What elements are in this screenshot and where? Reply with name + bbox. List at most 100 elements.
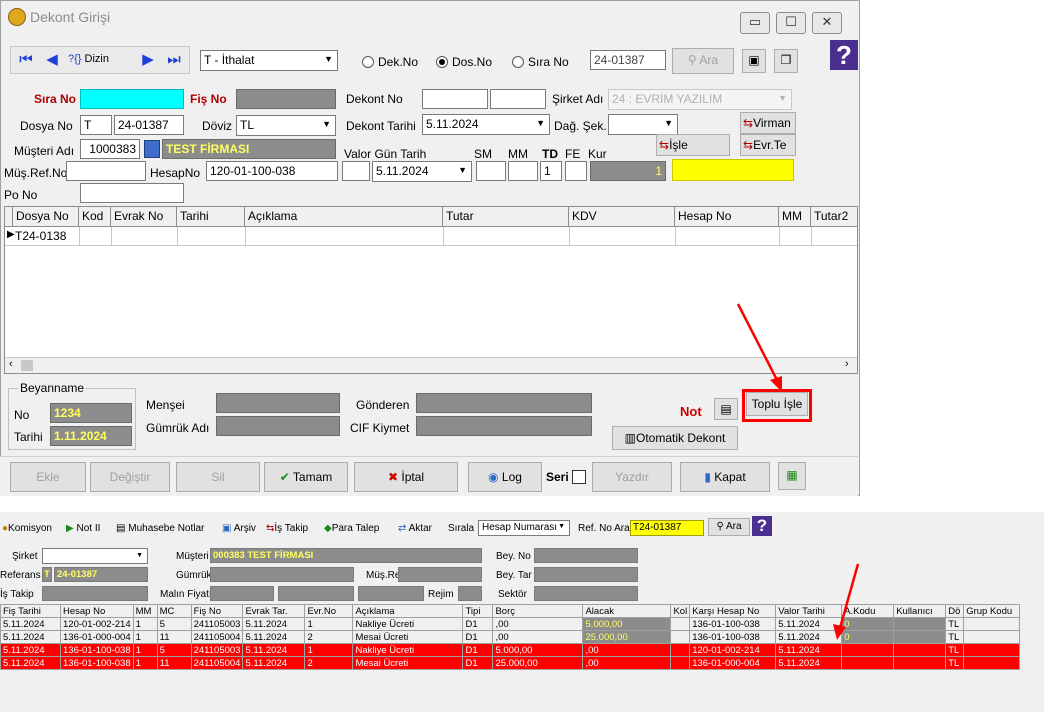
sm-field[interactable] [476,161,506,181]
col-kdv[interactable]: KDV [569,207,675,227]
search-input[interactable]: 24-01387 [590,50,666,70]
dekont-no2-field[interactable] [490,89,546,109]
ekle-button[interactable]: Ekle [10,462,86,492]
col-karsi-hesap[interactable]: Karşı Hesap No [689,604,777,618]
col-tipi[interactable]: Tipi [462,604,494,618]
last-record-icon[interactable]: ⏭ [164,50,184,70]
radio-sira-no[interactable] [512,56,524,68]
musteri-kod-field[interactable]: 1000383 [80,139,140,159]
isle-button[interactable]: ⇆İşle [656,134,730,156]
seri-checkbox[interactable] [572,470,586,484]
dekont-no-field[interactable] [422,89,488,109]
col-dosya-no[interactable]: Dosya No [13,207,79,227]
valor-tarih-select[interactable]: 5.11.2024 ▼ [372,161,472,182]
col-fis-tarihi[interactable]: Fiş Tarihi [0,604,61,618]
col-evr-no[interactable]: Evr.No [304,604,354,618]
virman-button[interactable]: ⇆Virman [740,112,796,134]
maximize-button[interactable]: ☐ [776,12,806,34]
dizin-button[interactable]: ?{} Dizin [68,53,109,65]
first-record-icon[interactable]: ⏮ [16,50,36,70]
col-evrak-no[interactable]: Evrak No [111,207,177,227]
col-mc[interactable]: MC [156,604,192,618]
scroll-right-icon[interactable]: › [845,358,849,370]
doviz-select[interactable]: TL ▼ [236,115,336,136]
radio-dek-no[interactable] [362,56,374,68]
sirala-select[interactable]: Hesap Numarası ▼ [478,520,570,536]
ledger-row[interactable]: 5.11.2024 120-01-002-214 1 5 241105003 5… [0,617,1021,631]
report-icon[interactable]: ▣ [742,49,766,73]
muhasebe-notlar-button[interactable]: ▤ Muhasebe Notlar [116,523,204,534]
col-alacak[interactable]: Alacak [582,604,672,618]
table-row[interactable]: ▶ T24-0138 [5,227,857,246]
prev-record-icon[interactable]: ◀ [42,50,62,70]
minimize-button[interactable]: ▭ [740,12,770,34]
help-icon[interactable]: ? [830,40,858,70]
iptal-button[interactable]: ✖ İptal [354,462,458,492]
col-kullanici[interactable]: Kullanıcı [893,604,947,618]
mus-ref-field[interactable] [66,161,146,181]
arsiv-button[interactable]: ▣ Arşiv [222,523,256,534]
col-hesap-no[interactable]: Hesap No [675,207,779,227]
col-fis-no[interactable]: Fiş No [190,604,244,618]
tamam-button[interactable]: ✔ Tamam [264,462,348,492]
dekont-tarihi-select[interactable]: 5.11.2024 ▼ [422,114,550,135]
is-takip-button[interactable]: ⇆İş Takip [266,523,308,534]
col-aciklama[interactable]: Açıklama [352,604,464,618]
col-doviz[interactable]: Dö [945,604,965,618]
komisyon-button[interactable]: ●Komisyon [2,523,52,534]
type-select[interactable]: T - İthalat ▼ [200,50,338,71]
print-icon[interactable]: ▤ [714,398,738,420]
po-no-field[interactable] [80,183,184,203]
radio-dos-no[interactable] [436,56,448,68]
ledger-row-highlighted[interactable]: 5.11.2024 136-01-100-038 1 5 241105003 5… [0,643,1021,657]
ref-ara-button[interactable]: ⚲ Ara [708,518,750,536]
col-aciklama[interactable]: Açıklama [245,207,443,227]
search-button[interactable]: ⚲ Ara [672,48,734,74]
kapat-button[interactable]: ▮ Kapat [680,462,770,492]
fe-field[interactable] [565,161,587,181]
sirket-select[interactable]: 24 : EVRİM YAZILIM ▼ [608,89,792,110]
col-tutar2[interactable]: Tutar2 [811,207,857,227]
calculator-icon[interactable]: ▦ [778,462,806,490]
yazdir-button[interactable]: Yazdır [592,462,672,492]
hesap-no-field[interactable]: 120-01-100-038 [206,161,338,181]
help-icon-small[interactable]: ? [752,516,772,536]
not-ii-button[interactable]: ▶ Not II [66,523,100,534]
evr-te-button[interactable]: ⇆Evr.Te [740,134,796,156]
log-button[interactable]: ◉ Log [468,462,542,492]
musteri-lookup-icon[interactable] [144,140,160,158]
col-mm[interactable]: MM [779,207,811,227]
next-record-icon[interactable]: ▶ [138,50,158,70]
bottom-sektor-label: Sektör [498,589,527,600]
cell-a-kodu [841,656,895,670]
ref-no-input[interactable]: T24-01387 [630,520,704,536]
close-button[interactable]: ✕ [812,12,842,34]
degistir-button[interactable]: Değiştir [90,462,170,492]
col-hesap-no[interactable]: Hesap No [60,604,134,618]
col-kol[interactable]: Kol [670,604,691,618]
col-tutar[interactable]: Tutar [443,207,569,227]
sira-no-field[interactable] [80,89,184,109]
ledger-row[interactable]: 5.11.2024 136-01-000-004 1 11 241105004 … [0,630,1021,644]
copy-icon[interactable]: ❐ [774,49,798,73]
sil-button[interactable]: Sil [176,462,260,492]
scroll-thumb[interactable] [21,360,33,371]
ledger-row-highlighted[interactable]: 5.11.2024 136-01-100-038 1 11 241105004 … [0,656,1021,670]
para-talep-button[interactable]: ◆Para Talep [324,523,379,534]
dosya-no-field[interactable]: 24-01387 [114,115,184,135]
col-tarihi[interactable]: Tarihi [177,207,245,227]
valor-gun-field[interactable] [342,161,370,181]
dag-sek-select[interactable]: ▼ [608,114,678,135]
col-borc[interactable]: Borç [492,604,584,618]
otomatik-dekont-button[interactable]: ▥Otomatik Dekont [612,426,738,450]
col-grup-kodu[interactable]: Grup Kodu [963,604,1021,618]
col-kod[interactable]: Kod [79,207,111,227]
td-field[interactable]: 1 [540,161,562,181]
mm-field[interactable] [508,161,538,181]
bottom-sirket-select[interactable]: ▼ [42,548,148,564]
dosya-prefix-field[interactable]: T [80,115,112,135]
aktar-button[interactable]: ⇄ Aktar [398,523,432,534]
col-evrak-tar[interactable]: Evrak Tar. [242,604,306,618]
col-mm[interactable]: MM [132,604,158,618]
scroll-left-icon[interactable]: ‹ [9,358,13,370]
